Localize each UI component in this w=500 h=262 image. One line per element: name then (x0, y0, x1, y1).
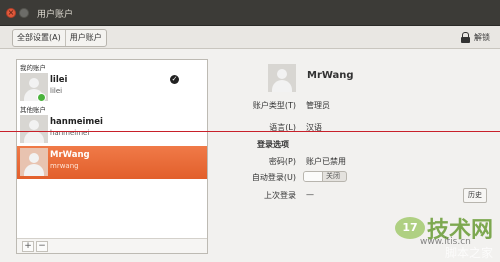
user-name: lilei (50, 75, 68, 85)
login-options-heading: 登录选项 (257, 140, 289, 149)
minimize-window-button[interactable] (19, 8, 29, 18)
user-row-lilei[interactable]: lilei lilei ✓ (17, 71, 207, 104)
add-user-button[interactable]: + (22, 241, 34, 252)
user-list-footer: + − (17, 238, 207, 253)
toggle-knob (304, 172, 323, 181)
watermark-logo: 17 (395, 217, 425, 239)
autologin-toggle[interactable]: 关闭 (303, 171, 347, 182)
toolbar: 全部设置(A) 用户账户 解锁 (0, 26, 500, 49)
close-window-button[interactable]: × (6, 8, 16, 18)
account-type-label: 账户类型(T) (252, 101, 296, 110)
remove-user-button[interactable]: − (36, 241, 48, 252)
user-list: 我的账户 lilei lilei ✓ 其他账户 hanmeimei hanmei… (16, 59, 208, 254)
breadcrumb-user-accounts[interactable]: 用户账户 (64, 30, 106, 46)
autologin-state: 关闭 (326, 172, 340, 180)
user-row-mrwang[interactable]: MrWang mrwang (17, 146, 207, 179)
breadcrumb-all-settings[interactable]: 全部设置(A) (13, 30, 65, 46)
user-name: hanmeimei (50, 117, 103, 127)
watermark-brand: 脚本之家 (445, 246, 494, 260)
unlock-button[interactable]: 解锁 (461, 30, 490, 44)
online-status-icon (37, 93, 46, 102)
guide-line (0, 131, 500, 132)
login-history-button[interactable]: 历史 (463, 188, 487, 203)
last-login-label: 上次登录 (264, 191, 296, 200)
last-login-value: — (306, 190, 314, 199)
autologin-label: 自动登录(U) (251, 173, 296, 182)
user-login: lilei (50, 87, 63, 95)
avatar (20, 115, 48, 143)
window-titlebar: × 用户账户 (0, 0, 500, 26)
selected-user-avatar[interactable] (268, 64, 296, 92)
close-icon: × (7, 8, 15, 17)
user-row-hanmeimei[interactable]: hanmeimei hanmeimei (17, 113, 207, 146)
lock-icon (461, 31, 470, 43)
password-label: 密码(P) (268, 157, 296, 166)
unlock-label: 解锁 (474, 32, 490, 42)
current-user-check-icon: ✓ (170, 75, 179, 84)
selected-user-name[interactable]: MrWang (307, 70, 354, 81)
user-login: mrwang (50, 162, 79, 170)
avatar (20, 148, 48, 176)
account-type-value[interactable]: 管理员 (306, 100, 330, 111)
window-title: 用户账户 (37, 10, 74, 20)
breadcrumb: 全部设置(A) 用户账户 (12, 29, 107, 47)
user-name: MrWang (50, 150, 90, 160)
password-value[interactable]: 账户已禁用 (306, 156, 346, 167)
main-content: 我的账户 lilei lilei ✓ 其他账户 hanmeimei hanmei… (0, 49, 500, 262)
